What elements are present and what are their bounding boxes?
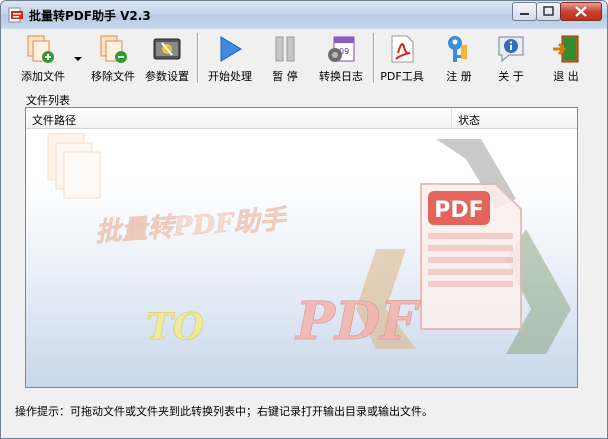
start-label: 开始处理 — [208, 70, 252, 83]
pause-button[interactable]: 暂 停 — [263, 29, 307, 87]
add-files-button[interactable]: 添加文件 — [14, 29, 72, 87]
settings-icon — [153, 38, 181, 60]
column-divider[interactable] — [451, 108, 452, 128]
info-icon — [498, 36, 524, 63]
register-button[interactable]: 注 册 — [437, 29, 481, 87]
play-icon — [220, 36, 242, 62]
exit-button[interactable]: 退 出 — [544, 29, 588, 87]
pdf-tools-label: PDF工具 — [380, 70, 424, 83]
close-button[interactable] — [560, 2, 602, 21]
about-label: 关 于 — [498, 70, 524, 83]
pdf-tools-button[interactable]: PDF工具 — [377, 29, 427, 87]
toolbar-separator — [197, 33, 199, 83]
start-button[interactable]: 开始处理 — [203, 29, 257, 87]
settings-label: 参数设置 — [145, 70, 189, 83]
log-button[interactable]: 09 转换日志 — [313, 29, 369, 87]
file-list[interactable]: 文件路径 状态 PDF 批量转PDF助手 TO PDF — [25, 107, 578, 388]
title-bar[interactable]: 批量转PDF助手 V2.3 — [1, 1, 607, 29]
maximize-icon — [543, 6, 554, 16]
about-button[interactable]: 关 于 — [489, 29, 533, 87]
pdf-document-icon: PDF — [420, 183, 522, 330]
log-icon: 09 — [328, 36, 355, 62]
watermark-to: TO — [146, 306, 205, 348]
log-label: 转换日志 — [319, 70, 363, 83]
minimize-button[interactable] — [512, 2, 537, 21]
remove-files-button[interactable]: 移除文件 — [84, 29, 142, 87]
status-hint: 操作提示：可拖动文件或文件夹到此转换列表中；右键记录打开输出目录或输出文件。 — [15, 405, 433, 418]
maximize-button[interactable] — [536, 2, 561, 21]
register-label: 注 册 — [446, 70, 472, 83]
remove-files-label: 移除文件 — [91, 70, 135, 83]
file-list-group-label: 文件列表 — [26, 94, 70, 107]
column-header-status[interactable]: 状态 — [458, 112, 480, 128]
key-icon — [448, 36, 467, 62]
remove-file-icon — [100, 35, 127, 63]
pause-label: 暂 停 — [272, 70, 298, 83]
exit-door-icon — [553, 35, 579, 63]
watermark-title: 批量转PDF助手 — [94, 205, 288, 248]
watermark-doc-label: PDF — [434, 198, 483, 223]
faint-documents-icon — [47, 133, 101, 199]
toolbar-separator — [373, 33, 375, 83]
close-icon — [575, 6, 587, 17]
toolbar: 添加文件 移除文件 参数设置 开始处理 暂 停 09 转换日志 PDF工具 注 … — [4, 29, 604, 87]
watermark-illustration: PDF 批量转PDF助手 TO PDF — [47, 133, 571, 354]
add-file-icon — [27, 35, 54, 63]
settings-button[interactable]: 参数设置 — [141, 29, 193, 87]
pdf-icon — [391, 35, 414, 63]
exit-label: 退 出 — [553, 70, 579, 83]
file-list-header: 文件路径 状态 — [26, 108, 577, 129]
main-window: 批量转PDF助手 V2.3 添加文件 移除文件 参数设置 开始处理 暂 停 09… — [0, 0, 608, 439]
add-files-dropdown-arrow[interactable] — [74, 57, 82, 61]
svg-text:09: 09 — [339, 47, 349, 56]
file-list-body[interactable]: PDF 批量转PDF助手 TO PDF — [26, 129, 577, 387]
add-files-label: 添加文件 — [21, 70, 65, 83]
watermark-pdf: PDF — [294, 291, 420, 352]
pause-icon — [275, 36, 295, 62]
column-header-path[interactable]: 文件路径 — [32, 112, 76, 128]
app-icon — [8, 7, 23, 23]
window-title: 批量转PDF助手 V2.3 — [29, 9, 151, 23]
minimize-icon — [520, 13, 529, 15]
